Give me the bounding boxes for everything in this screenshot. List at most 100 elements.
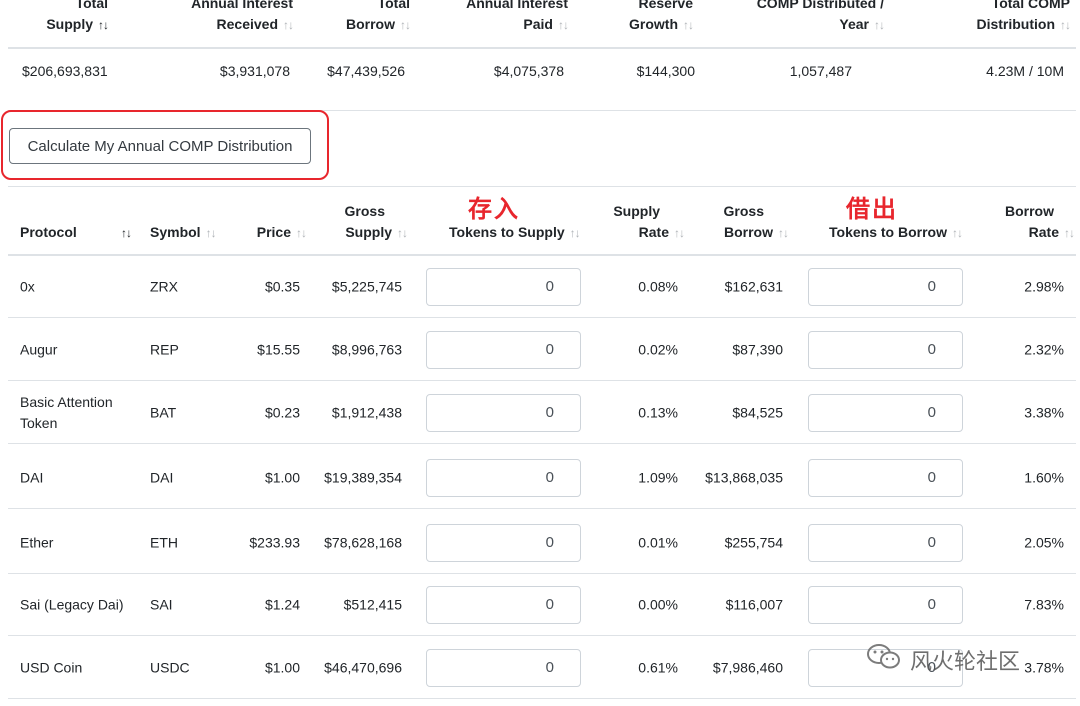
protocol-name: DAI	[20, 469, 44, 485]
table-row: Sai (Legacy Dai) SAI $1.24 $512,415 0.00% $11…	[0, 573, 1080, 636]
header-supply-rate[interactable]: Supply Rate ↑↓	[613, 201, 685, 244]
gross-supply: $8,996,763	[331, 341, 402, 357]
header-protocol[interactable]: Protocol	[20, 222, 77, 243]
header-comp-distributed-year[interactable]: COMP Distributed / Year ↑↓	[756, 0, 885, 36]
header-gross-supply[interactable]: Gross Supply ↑↓	[344, 201, 408, 244]
gross-supply: $46,470,696	[324, 659, 402, 675]
sort-icon[interactable]: ↑↓	[1060, 18, 1071, 32]
supply-rate: 0.13%	[638, 404, 678, 420]
borrow-rate: 2.98%	[1024, 278, 1064, 294]
tokens-to-supply-input[interactable]	[426, 393, 581, 432]
sort-icon[interactable]: ↑↓	[558, 18, 569, 32]
borrow-rate: 2.05%	[1024, 534, 1064, 550]
header-label: Tokens to Borrow	[829, 224, 947, 240]
sort-icon[interactable]: ↑↓	[400, 18, 411, 32]
gross-borrow: $162,631	[724, 278, 783, 294]
sort-icon[interactable]: ↑↓	[952, 226, 963, 240]
borrow-rate: 3.78%	[1024, 659, 1064, 675]
supply-rate: 1.09%	[638, 469, 678, 485]
calculate-annual-comp-button[interactable]: Calculate My Annual COMP Distribution	[9, 128, 311, 164]
gross-supply: $512,415	[343, 596, 402, 612]
supply-rate: 0.00%	[638, 596, 678, 612]
header-label: Price	[256, 224, 291, 240]
sort-icon[interactable]: ↑↓	[674, 226, 685, 240]
header-reserve-growth[interactable]: Reserve Growth ↑↓	[629, 0, 694, 36]
header-total-supply[interactable]: Total Supply ↑↓	[46, 0, 109, 36]
header-annual-interest-paid[interactable]: Annual Interest Paid ↑↓	[466, 0, 569, 36]
symbol: SAI	[150, 596, 173, 612]
sort-icon[interactable]: ↑↓	[296, 226, 307, 240]
header-borrow-rate[interactable]: Borrow Rate ↑↓	[1005, 201, 1075, 244]
total-supply-value: $206,693,831	[22, 63, 108, 79]
header-label: Tokens to Supply	[449, 224, 565, 240]
header-line: Reserve	[638, 0, 694, 11]
tokens-to-borrow-input[interactable]	[808, 585, 963, 624]
tokens-to-supply-input[interactable]	[426, 330, 581, 369]
tokens-to-borrow-input[interactable]	[808, 393, 963, 432]
tokens-to-supply-input[interactable]	[426, 523, 581, 562]
sort-icon[interactable]: ↑↓	[397, 226, 408, 240]
borrow-rate: 2.32%	[1024, 341, 1064, 357]
header-line: Distribution	[976, 16, 1055, 32]
sort-icon[interactable]: ↑↓	[121, 226, 132, 240]
tokens-to-supply-input[interactable]	[426, 458, 581, 497]
header-gross-borrow[interactable]: Gross Borrow ↑↓	[724, 201, 789, 244]
sort-icon[interactable]: ↑↓	[570, 226, 581, 240]
gross-supply: $5,225,745	[331, 278, 402, 294]
header-total-comp-distribution[interactable]: Total COMP Distribution ↑↓	[976, 0, 1071, 36]
table-top-divider	[8, 186, 1076, 187]
header-total-borrow[interactable]: Total Borrow ↑↓	[346, 0, 411, 36]
price: $0.23	[264, 404, 300, 420]
sort-icon[interactable]: ↑↓	[778, 226, 789, 240]
gross-supply: $1,912,438	[331, 404, 402, 420]
header-line: Supply	[345, 224, 392, 240]
tokens-to-borrow-input[interactable]	[808, 267, 963, 306]
symbol: REP	[150, 341, 179, 357]
total-comp-distribution-value: 4.23M / 10M	[986, 63, 1064, 79]
tokens-to-supply-input[interactable]	[426, 585, 581, 624]
header-label: Protocol	[20, 224, 77, 240]
sort-icon[interactable]: ↑↓	[874, 18, 885, 32]
annual-interest-paid-value: $4,075,378	[493, 63, 564, 79]
tokens-to-borrow-input[interactable]	[808, 458, 963, 497]
sort-icon[interactable]: ↑↓	[683, 18, 694, 32]
sort-icon[interactable]: ↑↓	[98, 18, 109, 32]
tokens-to-borrow-input[interactable]	[808, 330, 963, 369]
header-symbol[interactable]: Symbol ↑↓	[150, 222, 217, 244]
sort-icon[interactable]: ↑↓	[283, 18, 294, 32]
gross-borrow: $84,525	[732, 404, 783, 420]
summary-header: Total Supply ↑↓ Annual Interest Received ↑…	[0, 0, 1080, 48]
borrow-rate: 1.60%	[1024, 469, 1064, 485]
sort-icon[interactable]: ↑↓	[1064, 226, 1075, 240]
tokens-to-supply-input[interactable]	[426, 267, 581, 306]
symbol: BAT	[150, 404, 177, 420]
table-row: 0x ZRX $0.35 $5,225,745 0.08% $162,631 2.98%	[0, 255, 1080, 318]
header-line: Total COMP	[991, 0, 1070, 11]
protocol-sort-icon[interactable]: ↑↓	[116, 222, 132, 244]
header-line: Received	[216, 16, 278, 32]
price: $1.00	[264, 659, 300, 675]
header-tokens-to-borrow[interactable]: Tokens to Borrow ↑↓	[829, 222, 963, 244]
protocol-name: Augur	[20, 341, 58, 357]
header-tokens-to-supply[interactable]: Tokens to Supply ↑↓	[449, 222, 581, 244]
header-line: Growth	[629, 16, 678, 32]
gross-borrow: $13,868,035	[705, 469, 783, 485]
tokens-to-supply-input[interactable]	[426, 648, 581, 687]
header-annual-interest-received[interactable]: Annual Interest Received ↑↓	[191, 0, 294, 36]
header-line: Total	[377, 0, 410, 11]
table-row: Augur REP $15.55 $8,996,763 0.02% $87,390 2.32…	[0, 318, 1080, 381]
symbol: USDC	[150, 659, 190, 675]
header-line: Annual Interest	[466, 0, 568, 11]
table-row: Ether ETH $233.93 $78,628,168 0.01% $255,754 2…	[0, 511, 1080, 574]
header-line: COMP Distributed /	[756, 0, 884, 11]
tokens-to-borrow-input[interactable]	[808, 523, 963, 562]
header-line: Paid	[523, 16, 553, 32]
header-line: Total	[75, 0, 108, 11]
header-price[interactable]: Price ↑↓	[256, 222, 307, 244]
header-line: Borrow	[1005, 203, 1054, 219]
summary-header-divider	[8, 47, 1076, 49]
wechat-icon	[866, 643, 910, 677]
header-line: Gross	[344, 203, 385, 219]
sort-icon[interactable]: ↑↓	[206, 226, 217, 240]
borrow-annotation: 借出	[846, 195, 898, 223]
